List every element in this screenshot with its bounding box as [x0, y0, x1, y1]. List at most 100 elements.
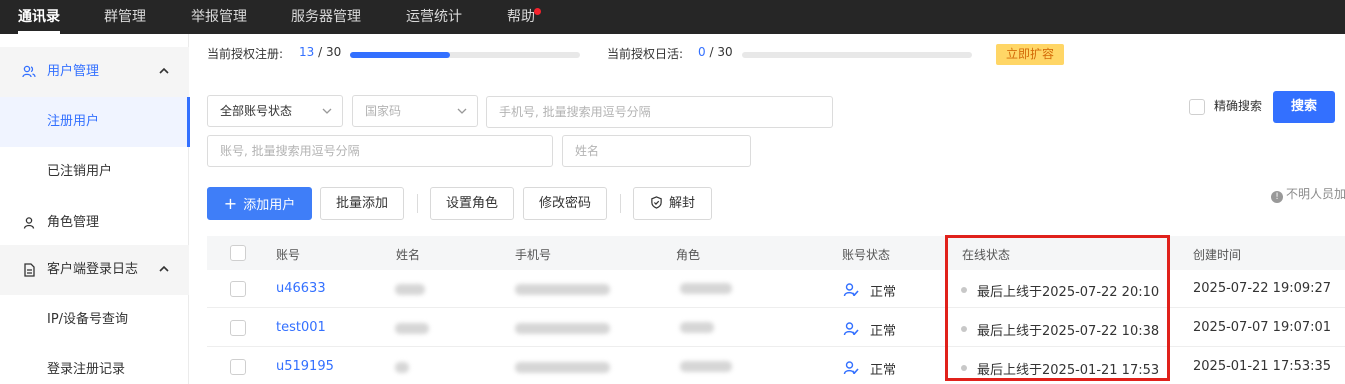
reg-quota-label: 当前授权注册:: [207, 47, 284, 61]
redacted-phone: [515, 284, 610, 295]
status-text: 正常: [870, 324, 897, 339]
redacted-phone: [515, 362, 610, 373]
add-user-button[interactable]: + 添加用户: [207, 187, 312, 220]
document-icon: [24, 263, 35, 277]
col-phone: 手机号: [515, 248, 552, 262]
chevron-up-icon: [159, 265, 169, 272]
reg-total: / 30: [318, 45, 342, 59]
status-text: 正常: [870, 285, 897, 300]
account-link[interactable]: test001: [276, 320, 326, 335]
created-time: 2025-07-22 19:09:27: [1193, 281, 1332, 296]
daily-total: / 30: [709, 45, 733, 59]
reg-progress-bar: [350, 52, 580, 58]
top-nav: 通讯录 群管理 举报管理 服务器管理 运营统计 帮助: [0, 0, 1345, 34]
daily-used: 0: [698, 45, 706, 59]
nav-servers[interactable]: 服务器管理: [291, 0, 361, 34]
set-role-button[interactable]: 设置角色: [430, 187, 514, 220]
sidebar-item-label: 注册用户: [47, 114, 100, 129]
chevron-down-icon: [457, 108, 467, 114]
user-status-icon: [843, 322, 859, 336]
redacted-role: [680, 283, 732, 294]
redacted-name: [395, 323, 429, 334]
online-status-highlight: [945, 235, 1170, 381]
col-created-time: 创建时间: [1193, 248, 1242, 262]
user-status-icon: [843, 361, 859, 375]
nav-contacts[interactable]: 通讯录: [18, 0, 60, 34]
redacted-name: [395, 284, 425, 295]
shield-icon: [651, 196, 662, 209]
unblock-label: 解封: [668, 196, 695, 211]
reg-quota-value: 13 / 30: [299, 45, 341, 59]
account-status-select[interactable]: 全部账号状态: [207, 95, 343, 127]
sidebar-item-label: 已注销用户: [47, 164, 113, 179]
hint-label: 不明人员加: [1286, 187, 1345, 201]
row-divider: [207, 346, 1345, 347]
nav-reports[interactable]: 举报管理: [191, 0, 247, 34]
name-search-input[interactable]: 姓名: [562, 135, 751, 167]
daily-quota-label: 当前授权日活:: [607, 47, 684, 61]
nav-help-label: 帮助: [507, 9, 535, 25]
search-button[interactable]: 搜索: [1273, 91, 1335, 123]
daily-quota-value: 0 / 30: [698, 45, 733, 59]
expand-now-button[interactable]: 立即扩容: [996, 44, 1064, 65]
sidebar-item-client-log[interactable]: 客户端登录日志: [0, 245, 189, 295]
created-time: 2025-01-21 17:53:35: [1193, 359, 1332, 374]
sidebar-item-label: 角色管理: [47, 215, 100, 230]
phone-search-input[interactable]: 手机号, 批量搜索用逗号分隔: [486, 96, 833, 128]
chevron-down-icon: [322, 108, 332, 114]
country-code-select[interactable]: 国家码: [352, 95, 478, 127]
row-checkbox[interactable]: [230, 320, 246, 336]
nav-groups[interactable]: 群管理: [104, 0, 146, 34]
account-status-value: 全部账号状态: [220, 104, 293, 118]
users-icon: [22, 65, 36, 78]
change-password-button[interactable]: 修改密码: [523, 187, 607, 220]
select-all-checkbox[interactable]: [230, 245, 246, 261]
reg-progress-fill: [350, 52, 450, 58]
table-header: [207, 236, 1345, 270]
country-code-placeholder: 国家码: [365, 104, 402, 118]
sidebar-item-registered-users[interactable]: 注册用户: [0, 97, 190, 147]
sidebar-item-cancelled-users[interactable]: 已注销用户: [0, 147, 189, 197]
daily-progress-bar: [742, 52, 972, 58]
precise-search-checkbox[interactable]: [1189, 99, 1205, 115]
nav-help[interactable]: 帮助: [507, 0, 541, 34]
row-checkbox[interactable]: [230, 359, 246, 375]
account-search-input[interactable]: 账号, 批量搜索用逗号分隔: [207, 135, 553, 167]
sidebar-item-label: IP/设备号查询: [47, 312, 129, 327]
add-user-label: 添加用户: [243, 198, 296, 213]
sidebar-item-ip-query[interactable]: IP/设备号查询: [0, 295, 189, 345]
account-link[interactable]: u519195: [276, 359, 334, 374]
sidebar-item-user-mgmt[interactable]: 用户管理: [0, 47, 189, 97]
sidebar-item-label: 客户端登录日志: [47, 262, 139, 277]
col-account-status: 账号状态: [842, 248, 891, 262]
reg-used: 13: [299, 45, 315, 59]
user-icon: [23, 217, 35, 229]
unblock-button[interactable]: 解封: [633, 187, 712, 220]
redacted-role: [680, 361, 732, 372]
sidebar: 用户管理 注册用户 已注销用户 角色管理 客户端登录日志 IP/设备号查询 登录…: [0, 34, 190, 384]
redacted-name: [395, 362, 409, 373]
info-icon: !: [1271, 191, 1283, 203]
plus-icon: +: [223, 194, 238, 213]
notification-dot: [534, 8, 541, 15]
col-role: 角色: [676, 248, 701, 262]
chevron-up-icon: [159, 67, 169, 74]
row-checkbox[interactable]: [230, 281, 246, 297]
sidebar-item-reg-records[interactable]: 登录注册记录: [0, 345, 189, 384]
divider: [417, 194, 418, 213]
user-status-icon: [843, 283, 859, 297]
row-divider: [207, 307, 1345, 308]
divider: [620, 194, 621, 213]
precise-search-label: 精确搜索: [1214, 99, 1263, 113]
created-time: 2025-07-07 19:07:01: [1193, 320, 1332, 335]
redacted-phone: [515, 323, 610, 334]
col-name: 姓名: [396, 248, 421, 262]
hint-text: ! 不明人员加: [1271, 185, 1345, 203]
sidebar-item-role-mgmt[interactable]: 角色管理: [0, 198, 189, 248]
bulk-add-button[interactable]: 批量添加: [320, 187, 404, 220]
status-text: 正常: [870, 363, 897, 378]
redacted-role: [680, 322, 714, 333]
nav-statistics[interactable]: 运营统计: [406, 0, 462, 34]
account-link[interactable]: u46633: [276, 281, 326, 296]
sidebar-item-label: 用户管理: [47, 64, 100, 79]
